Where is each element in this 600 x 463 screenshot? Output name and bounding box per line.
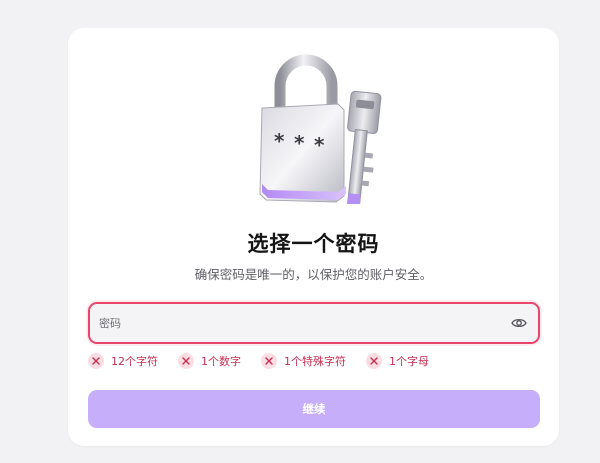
signup-card: * * * 选择一个密码 确保密码是唯一的，以保护您的账户安全。 12个字符 1…: [68, 28, 559, 446]
svg-text:*: *: [294, 131, 305, 155]
requirement-letter: 1个字母: [366, 353, 429, 369]
requirement-number: 1个数字: [178, 353, 241, 369]
requirement-label: 1个字母: [389, 355, 429, 368]
padlock-key-illustration: * * *: [240, 44, 390, 207]
x-icon: [261, 353, 277, 369]
password-requirements: 12个字符 1个数字 1个特殊字符 1个字母: [88, 353, 449, 369]
lock-icon: * * *: [259, 54, 382, 207]
x-icon: [88, 353, 104, 369]
page-title: 选择一个密码: [247, 232, 380, 256]
x-icon: [366, 353, 382, 369]
eye-icon[interactable]: [510, 316, 528, 330]
requirement-label: 1个特殊字符: [284, 355, 346, 368]
svg-text:*: *: [274, 129, 285, 153]
requirement-label: 1个数字: [201, 355, 241, 368]
page-subtitle: 确保密码是唯一的，以保护您的账户安全。: [194, 267, 433, 282]
x-icon: [178, 353, 194, 369]
requirement-chars: 12个字符: [88, 353, 158, 369]
password-field[interactable]: [88, 302, 540, 344]
requirement-special: 1个特殊字符: [261, 353, 346, 369]
requirement-label: 12个字符: [111, 355, 158, 368]
continue-button[interactable]: 继续: [88, 390, 540, 428]
password-input[interactable]: [99, 316, 510, 330]
svg-text:*: *: [314, 133, 325, 157]
